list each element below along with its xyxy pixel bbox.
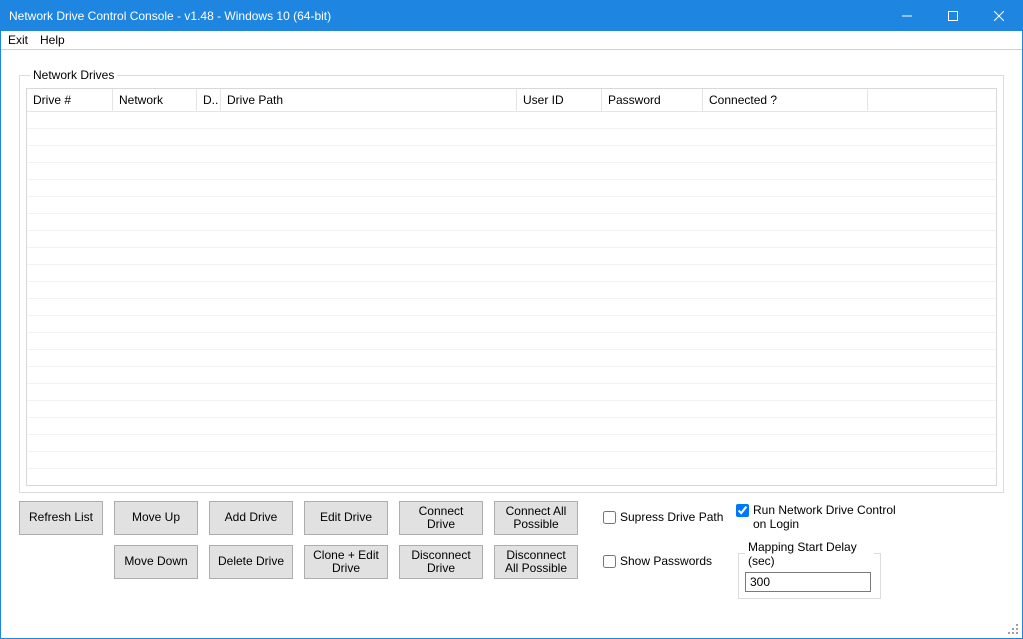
close-button[interactable]: [976, 1, 1022, 31]
controls-row: Refresh List Move Up Move Down Add Drive…: [19, 501, 1004, 599]
list-row[interactable]: [27, 112, 996, 129]
list-row[interactable]: [27, 418, 996, 435]
groupbox-legend: Network Drives: [30, 68, 117, 82]
col-password[interactable]: Password: [602, 89, 703, 111]
edit-drive-button[interactable]: Edit Drive: [304, 501, 388, 535]
drives-listview[interactable]: Drive # Network D.. Drive Path User ID P…: [26, 88, 997, 486]
list-row[interactable]: [27, 129, 996, 146]
move-up-button[interactable]: Move Up: [114, 501, 198, 535]
clone-edit-button[interactable]: Clone + Edit Drive: [304, 545, 388, 579]
supress-path-checkbox[interactable]: Supress Drive Path: [603, 510, 728, 524]
list-row[interactable]: [27, 367, 996, 384]
client-area: Network Drives Drive # Network D.. Drive…: [1, 50, 1022, 638]
maximize-icon: [948, 11, 958, 21]
add-drive-button[interactable]: Add Drive: [209, 501, 293, 535]
list-row[interactable]: [27, 384, 996, 401]
titlebar-buttons: [884, 1, 1022, 31]
minimize-button[interactable]: [884, 1, 930, 31]
col-filler: [868, 89, 996, 111]
run-on-login-label: Run Network Drive Control on Login: [753, 503, 906, 532]
disconnect-drive-button[interactable]: Disconnect Drive: [399, 545, 483, 579]
supress-path-label: Supress Drive Path: [620, 510, 723, 524]
titlebar: Network Drive Control Console - v1.48 - …: [1, 1, 1022, 31]
list-row[interactable]: [27, 265, 996, 282]
col-move: Move Up Move Down: [114, 501, 198, 579]
delay-input[interactable]: [745, 572, 871, 592]
supress-path-input[interactable]: [603, 511, 616, 524]
run-on-login-checkbox[interactable]: Run Network Drive Control on Login: [736, 503, 906, 532]
list-row[interactable]: [27, 180, 996, 197]
list-row[interactable]: [27, 452, 996, 469]
menu-exit[interactable]: Exit: [4, 32, 36, 48]
connect-drive-button[interactable]: Connect Drive: [399, 501, 483, 535]
list-row[interactable]: [27, 231, 996, 248]
list-row[interactable]: [27, 350, 996, 367]
menu-help[interactable]: Help: [36, 32, 73, 48]
list-row[interactable]: [27, 299, 996, 316]
show-passwords-input[interactable]: [603, 555, 616, 568]
col-checks-mid: Supress Drive Path Show Passwords: [603, 510, 728, 569]
list-row[interactable]: [27, 163, 996, 180]
list-row[interactable]: [27, 333, 996, 350]
list-row[interactable]: [27, 316, 996, 333]
col-connect-all: Connect All Possible Disconnect All Poss…: [494, 501, 578, 579]
resize-grip-icon: [1006, 622, 1020, 636]
list-row[interactable]: [27, 248, 996, 265]
disconnect-all-button[interactable]: Disconnect All Possible: [494, 545, 578, 579]
list-row[interactable]: [27, 197, 996, 214]
list-row[interactable]: [27, 282, 996, 299]
move-down-button[interactable]: Move Down: [114, 545, 198, 579]
col-add-delete: Add Drive Delete Drive: [209, 501, 293, 579]
col-user-id[interactable]: User ID: [517, 89, 602, 111]
list-row[interactable]: [27, 401, 996, 418]
list-row[interactable]: [27, 146, 996, 163]
col-drive-no[interactable]: Drive #: [27, 89, 113, 111]
col-drive-path[interactable]: Drive Path: [221, 89, 517, 111]
col-refresh: Refresh List: [19, 501, 103, 535]
col-edit: Edit Drive Clone + Edit Drive: [304, 501, 388, 579]
network-drives-group: Network Drives Drive # Network D.. Drive…: [19, 68, 1004, 493]
delay-legend: Mapping Start Delay (sec): [745, 540, 874, 568]
col-connect: Connect Drive Disconnect Drive: [399, 501, 483, 579]
col-d[interactable]: D..: [197, 89, 221, 111]
connect-all-button[interactable]: Connect All Possible: [494, 501, 578, 535]
delay-group: Mapping Start Delay (sec): [738, 540, 881, 599]
show-passwords-checkbox[interactable]: Show Passwords: [603, 554, 728, 568]
col-right: Run Network Drive Control on Login Mappi…: [736, 503, 906, 599]
list-row[interactable]: [27, 469, 996, 486]
show-passwords-label: Show Passwords: [620, 554, 712, 568]
list-row[interactable]: [27, 435, 996, 452]
col-connected[interactable]: Connected ?: [703, 89, 868, 111]
delete-drive-button[interactable]: Delete Drive: [209, 545, 293, 579]
minimize-icon: [902, 11, 912, 21]
window-title: Network Drive Control Console - v1.48 - …: [9, 9, 331, 23]
listview-rows: [27, 112, 996, 485]
menubar: Exit Help: [1, 31, 1022, 50]
close-icon: [994, 11, 1004, 21]
col-network[interactable]: Network: [113, 89, 197, 111]
resize-grip[interactable]: [1006, 622, 1020, 636]
run-on-login-input[interactable]: [736, 504, 749, 517]
refresh-button[interactable]: Refresh List: [19, 501, 103, 535]
maximize-button[interactable]: [930, 1, 976, 31]
list-row[interactable]: [27, 214, 996, 231]
listview-header: Drive # Network D.. Drive Path User ID P…: [27, 89, 996, 112]
